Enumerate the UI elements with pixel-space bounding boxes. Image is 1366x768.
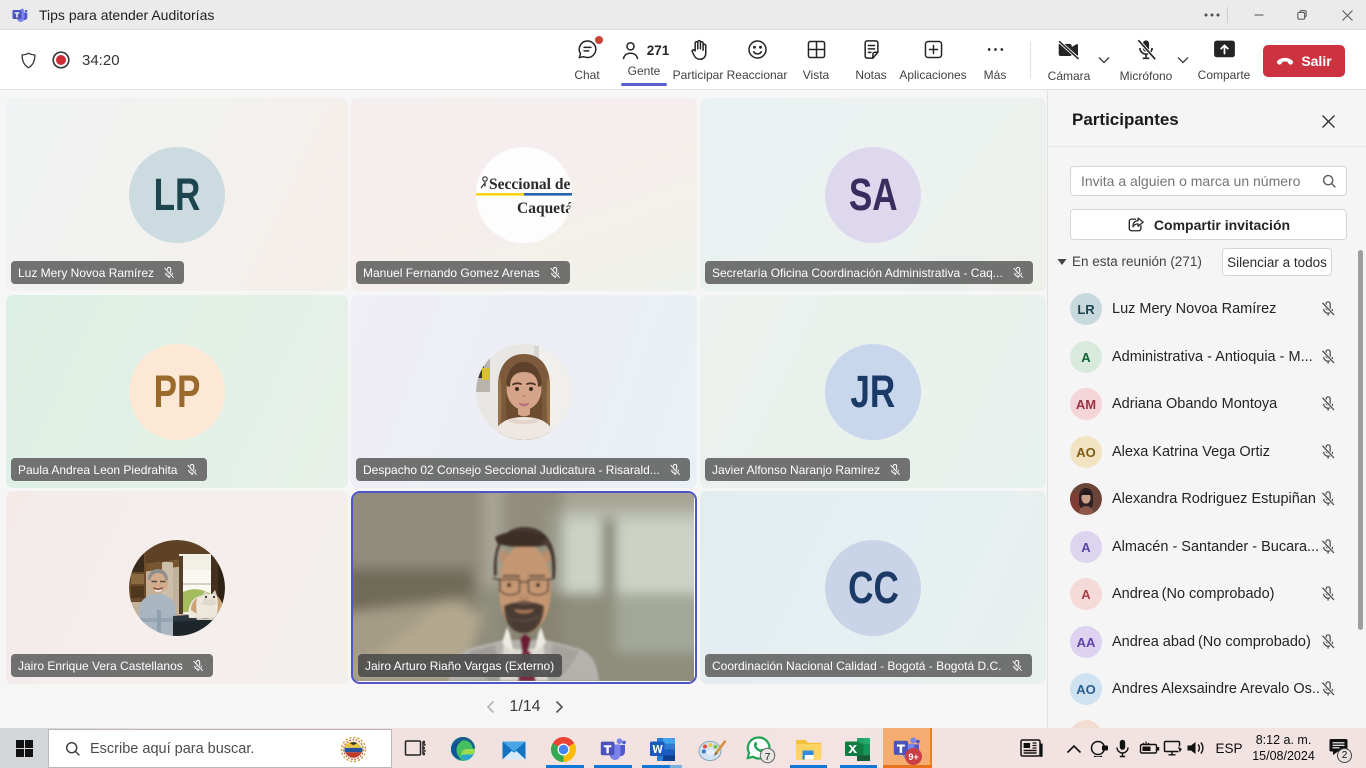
svg-text:Caquetá: Caquetá (517, 200, 572, 217)
svg-text:7: 7 (765, 751, 771, 763)
svg-text:Seccional de: Seccional de (489, 176, 570, 193)
